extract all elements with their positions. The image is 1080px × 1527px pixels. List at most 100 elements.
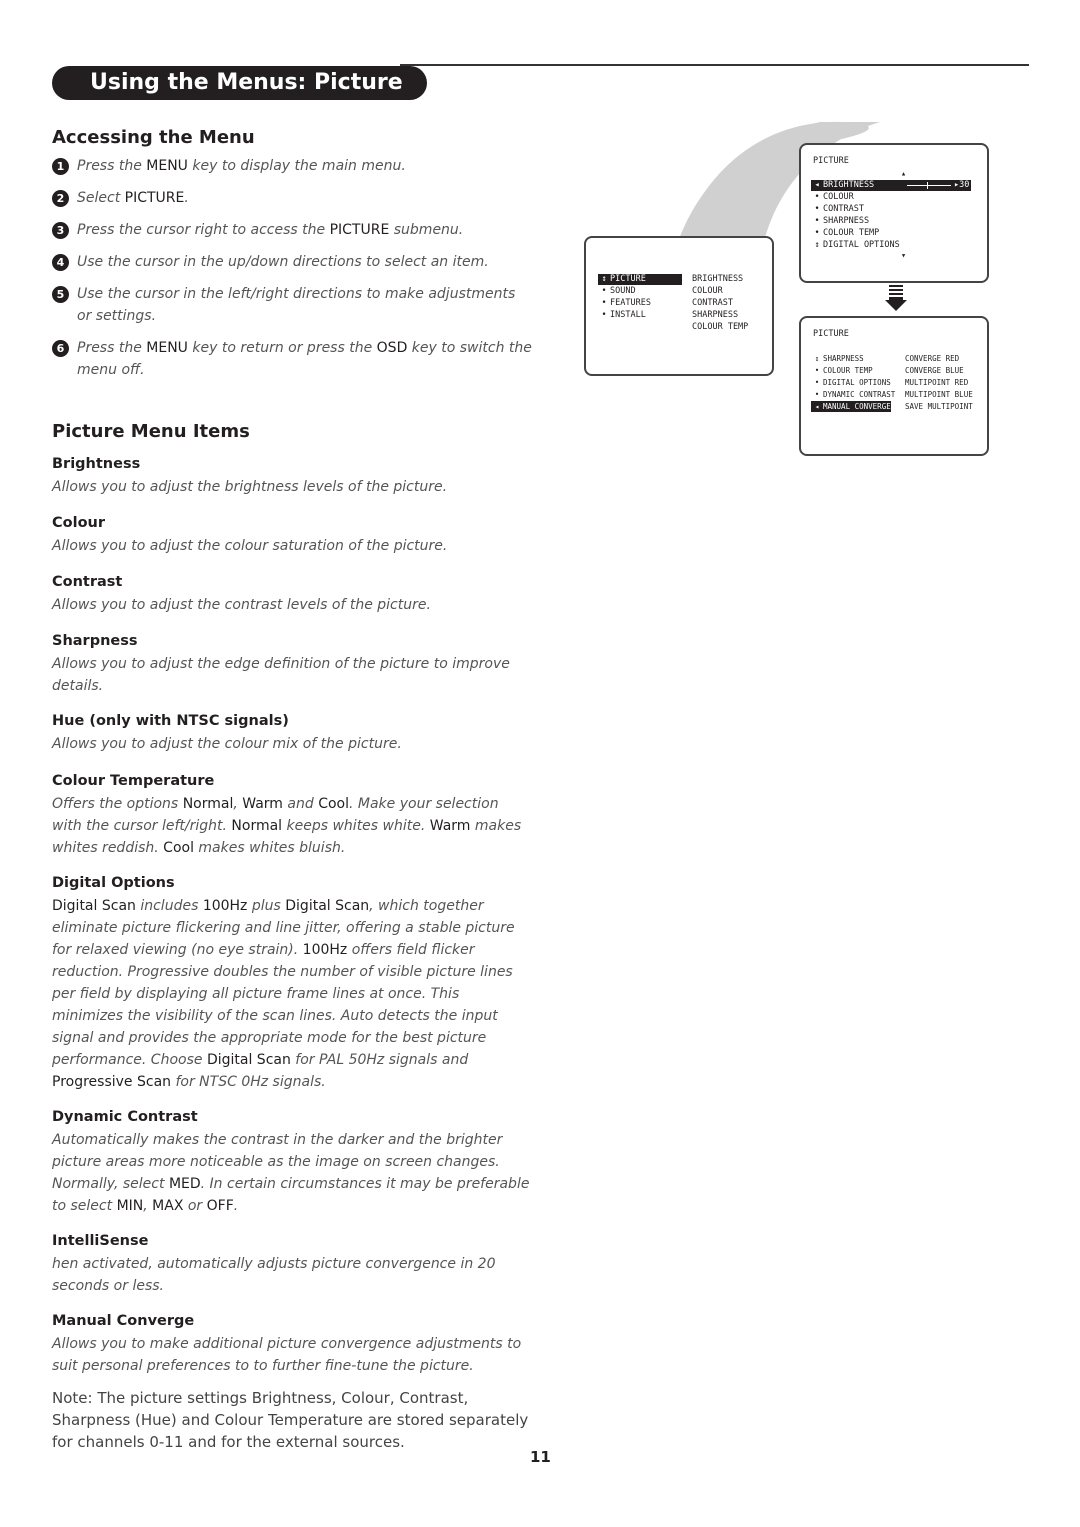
osd-submenu-item: CONVERGE BLUE bbox=[905, 366, 964, 375]
item-description: Allows you to adjust the edge definition… bbox=[52, 653, 532, 697]
osd-picture-item[interactable]: ◂ MANUAL CONVERGE bbox=[811, 401, 891, 412]
text-run: for PAL 50Hz signals and bbox=[290, 1052, 469, 1068]
osd-picture-item[interactable]: • DIGITAL OPTIONS bbox=[811, 377, 891, 388]
down-arrow-icon bbox=[885, 285, 907, 311]
osd-picture-menu: PICTURE ▴ ◂ BRIGHTNESS ▸30 • COLOUR • CONTRAST • S… bbox=[799, 143, 989, 283]
scroll-down-icon: ▾ bbox=[901, 251, 907, 261]
bullet-icon: • bbox=[814, 204, 820, 214]
osd-title: PICTURE bbox=[813, 156, 849, 166]
item-description: hen activated, automatically adjusts pic… bbox=[52, 1253, 532, 1297]
keyword: Warm bbox=[429, 818, 471, 834]
page-number: 11 bbox=[530, 1448, 551, 1466]
osd-picture-item[interactable]: • SHARPNESS bbox=[811, 216, 869, 227]
osd-item-label: CONTRAST bbox=[823, 204, 864, 214]
left-arrow-icon: ◂ bbox=[814, 180, 820, 190]
text-run: . bbox=[233, 1198, 239, 1214]
keyword: Digital Scan bbox=[206, 1052, 291, 1068]
text-run: plus bbox=[247, 898, 286, 914]
osd-item-label: SOUND bbox=[610, 286, 636, 296]
text-run: and bbox=[282, 796, 319, 812]
updown-icon: ↕ bbox=[601, 274, 607, 284]
text-run: Offers the options bbox=[52, 796, 183, 812]
item-title: Contrast bbox=[52, 574, 123, 590]
text-run: Allows you to adjust the edge definition… bbox=[52, 656, 510, 694]
item-title: Hue (only with NTSC signals) bbox=[52, 713, 289, 729]
osd-item-label: MANUAL CONVERGE bbox=[823, 402, 891, 411]
bullet-icon: • bbox=[814, 228, 820, 238]
text-run: keeps whites white. bbox=[282, 818, 430, 834]
osd-submenu-item: CONVERGE RED bbox=[905, 354, 960, 363]
osd-item-label: DYNAMIC CONTRAST bbox=[823, 390, 896, 399]
keyword: Cool bbox=[318, 796, 349, 812]
text-run: for NTSC 0Hz signals. bbox=[171, 1074, 326, 1090]
osd-picture-menu-2: PICTURE ↕ SHARPNESS • COLOUR TEMP • DIGITAL OP… bbox=[799, 316, 989, 456]
osd-picture-item[interactable]: ↕ DIGITAL OPTIONS bbox=[811, 240, 900, 251]
osd-submenu-item: SAVE MULTIPOINT bbox=[905, 402, 973, 411]
item-description: Allows you to adjust the colour mix of t… bbox=[52, 733, 532, 755]
osd-item-label: BRIGHTNESS bbox=[823, 180, 875, 190]
osd-item-label: FEATURES bbox=[610, 298, 651, 308]
keyword: Normal bbox=[231, 818, 283, 834]
note-text: Note: The picture settings Brightness, C… bbox=[52, 1389, 529, 1451]
osd-item-label: COLOUR TEMP bbox=[823, 228, 880, 238]
keyword: MIN bbox=[116, 1198, 144, 1214]
osd-item-label: SHARPNESS bbox=[823, 216, 870, 226]
brightness-slider[interactable] bbox=[907, 182, 951, 189]
updown-icon: ↕ bbox=[814, 240, 820, 250]
bullet-icon: • bbox=[601, 310, 607, 320]
text-run: , bbox=[233, 796, 243, 812]
slider-knob[interactable] bbox=[926, 182, 928, 189]
osd-picture-item[interactable]: • COLOUR bbox=[811, 192, 854, 203]
bullet-icon: • bbox=[814, 216, 820, 226]
keyword: OFF bbox=[206, 1198, 234, 1214]
text-run: Allows you to adjust the colour saturati… bbox=[52, 538, 448, 554]
text-run: makes whites bluish. bbox=[193, 840, 346, 856]
osd-picture-item[interactable]: ◂ BRIGHTNESS ▸30 bbox=[811, 180, 971, 191]
text-run: or bbox=[183, 1198, 207, 1214]
keyword: Digital Scan bbox=[52, 898, 136, 914]
text-run: Allows you to adjust the brightness leve… bbox=[52, 479, 448, 495]
osd-submenu-item: CONTRAST bbox=[692, 298, 733, 308]
item-description: Allows you to adjust the colour saturati… bbox=[52, 535, 532, 557]
item-description: Offers the options Normal, Warm and Cool… bbox=[52, 793, 532, 859]
osd-picture-item[interactable]: • DYNAMIC CONTRAST bbox=[811, 389, 896, 400]
osd-item-label: PICTURE bbox=[610, 274, 646, 284]
keyword: 100Hz bbox=[202, 898, 248, 914]
item-title: Manual Converge bbox=[52, 1313, 195, 1329]
item-title: Colour Temperature bbox=[52, 773, 215, 789]
osd-picture-item[interactable]: • COLOUR TEMP bbox=[811, 228, 879, 239]
text-run: Allows you to adjust the contrast levels… bbox=[52, 597, 431, 613]
bullet-icon: • bbox=[814, 366, 820, 375]
keyword: Cool bbox=[163, 840, 194, 856]
bullet-icon: • bbox=[814, 378, 820, 387]
item-description: Allows you to make additional picture co… bbox=[52, 1333, 532, 1377]
osd-picture-item[interactable]: • COLOUR TEMP bbox=[811, 365, 873, 376]
item-description: Allows you to adjust the contrast levels… bbox=[52, 594, 532, 616]
osd-main-item[interactable]: • SOUND bbox=[598, 286, 682, 297]
osd-main-menu: ↕ PICTURE • SOUND • FEATURES • INSTALL BRIGHTNES… bbox=[584, 236, 774, 376]
osd-submenu-item: COLOUR TEMP bbox=[692, 322, 749, 332]
bullet-icon: • bbox=[601, 298, 607, 308]
text-run: Allows you to make additional picture co… bbox=[52, 1336, 522, 1374]
bullet-icon: • bbox=[601, 286, 607, 296]
text-run: offers field flicker reduction. Progress… bbox=[52, 942, 513, 1068]
osd-picture-item[interactable]: ↕ SHARPNESS bbox=[811, 353, 864, 364]
osd-submenu-item: MULTIPOINT RED bbox=[905, 378, 969, 387]
keyword: MED bbox=[168, 1176, 201, 1192]
item-title: Digital Options bbox=[52, 875, 175, 891]
osd-submenu-item: COLOUR bbox=[692, 286, 723, 296]
slider-value: ▸30 bbox=[954, 180, 970, 190]
osd-item-label: DIGITAL OPTIONS bbox=[823, 240, 900, 250]
osd-main-item[interactable]: • INSTALL bbox=[598, 310, 682, 321]
item-description: Digital Scan includes 100Hz plus Digital… bbox=[52, 895, 532, 1093]
osd-picture-item[interactable]: • CONTRAST bbox=[811, 204, 864, 215]
keyword: Progressive Scan bbox=[52, 1074, 172, 1090]
osd-item-label: COLOUR bbox=[823, 192, 854, 202]
osd-main-item[interactable]: • FEATURES bbox=[598, 298, 682, 309]
osd-main-item[interactable]: ↕ PICTURE bbox=[598, 274, 682, 285]
bullet-icon: • bbox=[814, 192, 820, 202]
keyword: Digital Scan bbox=[285, 898, 370, 914]
text-run: hen activated, automatically adjusts pic… bbox=[52, 1256, 496, 1294]
keyword: Normal bbox=[182, 796, 234, 812]
osd-item-label: SHARPNESS bbox=[823, 354, 864, 363]
